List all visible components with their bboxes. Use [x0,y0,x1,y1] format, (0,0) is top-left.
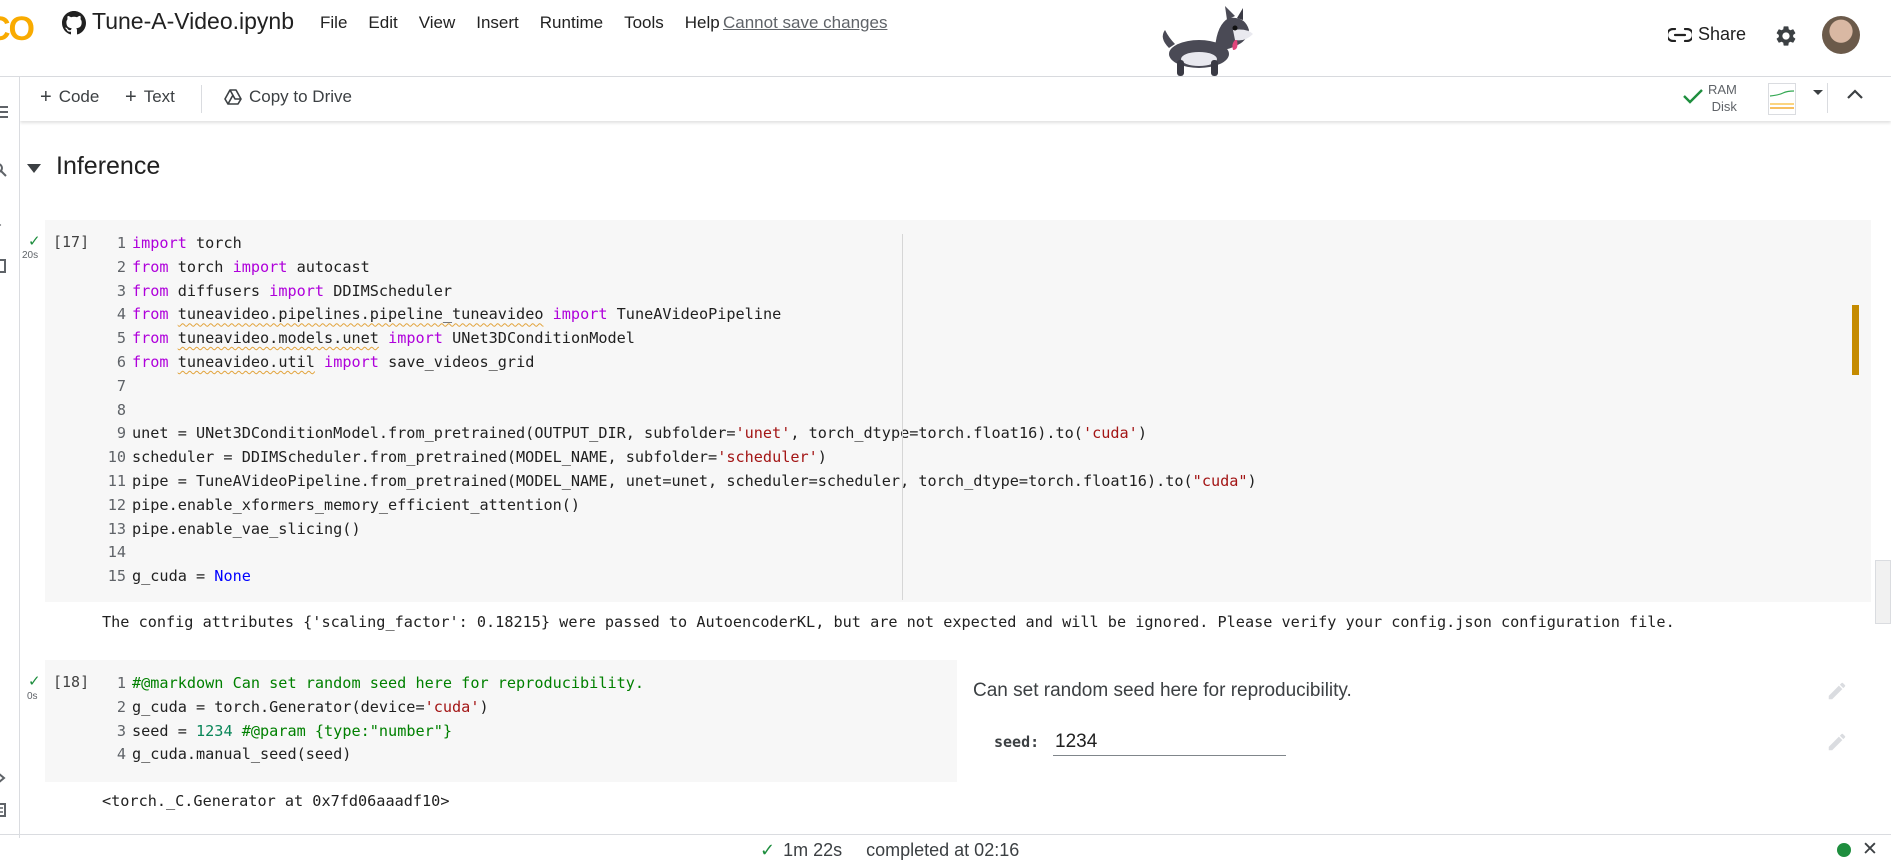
code-editor[interactable]: #@markdown Can set random seed here for … [132,672,644,767]
menu-view[interactable]: View [419,13,456,33]
code-line-3: from diffusers import DDIMScheduler [132,281,453,300]
resource-graph-icon [1768,83,1796,115]
share-button[interactable]: Share [1668,24,1746,45]
copy-to-drive-label: Copy to Drive [249,87,352,106]
gear-icon[interactable] [1774,24,1798,48]
notebook-toolbar: + Code + Text Copy to Drive RAM Disk [20,77,1891,121]
save-status-link[interactable]: Cannot save changes [723,13,887,33]
plus-icon: + [40,85,52,108]
edit-pencil-icon[interactable] [1826,731,1848,753]
code-line-1: #@markdown Can set random seed here for … [132,674,645,692]
code-line-4: g_cuda.manual_seed(seed) [132,745,352,764]
connected-check-icon [1683,89,1703,104]
plus-icon: + [125,85,137,108]
code-line-15: g_cuda = None [132,567,251,586]
cell-run-time: 20s [22,250,39,261]
header-bar: CO Tune-A-Video.ipynb File Edit View Ins… [0,0,1891,76]
form-heading: Can set random seed here for reproducibi… [973,680,1352,701]
copy-to-drive-button[interactable]: Copy to Drive [224,87,352,107]
execution-count: [17] [53,233,90,251]
seed-label: seed: [994,733,1040,751]
menu-tools[interactable]: Tools [624,13,664,33]
menu-runtime[interactable]: Runtime [540,13,603,33]
code-line-10: scheduler = DDIMScheduler.from_pretraine… [132,448,827,467]
files-icon[interactable] [0,259,6,273]
code-line-2: from torch import autocast [132,257,370,276]
code-line-9: unet = UNet3DConditionModel.from_pretrai… [132,424,1147,443]
code-line-11: pipe = TuneAVideoPipeline.from_pretraine… [132,471,1257,490]
line-numbers: 1 2 3 4 [116,674,126,764]
close-icon[interactable]: ✕ [1862,838,1878,861]
link-icon [1668,27,1692,42]
chevron-right-icon[interactable] [0,771,6,785]
status-bar[interactable]: ✓ 1m 22s completed at 02:16 [760,840,1019,861]
collapse-section-icon[interactable] [27,164,41,173]
terminal-icon[interactable] [0,803,6,817]
menu-help[interactable]: Help [685,13,720,33]
notebook-title[interactable]: Tune-A-Video.ipynb [92,8,294,35]
menu-insert[interactable]: Insert [476,13,519,33]
status-duration: 1m 22s [783,840,843,860]
page-scrollbar[interactable] [1875,560,1891,624]
chevron-up-icon[interactable] [1846,87,1864,101]
status-check-icon: ✓ [760,840,776,860]
add-code-button[interactable]: + Code [40,87,99,107]
status-completed: completed at 02:16 [866,840,1020,860]
seed-input[interactable] [1053,729,1286,756]
run-status-check-icon[interactable]: ✓ [28,232,41,250]
connection-status-icon [1837,843,1851,857]
cell-18-output: <torch._C.Generator at 0x7fd06aaadf10> [102,792,450,810]
code-line-13: pipe.enable_vae_slicing() [132,519,361,538]
code-line-3: seed = 1234 #@param {type:"number"} [132,721,453,740]
code-line-2: g_cuda = torch.Generator(device='cuda') [132,697,489,716]
code-line-5: from tuneavideo.models.unet import UNet3… [132,329,635,348]
run-status-check-icon[interactable]: ✓ [28,672,41,690]
github-icon [62,11,86,35]
code-line-12: pipe.enable_xformers_memory_efficient_at… [132,495,581,514]
add-text-label: Text [143,87,175,106]
menu-file[interactable]: File [320,13,347,33]
editor-ruler [902,234,903,600]
scroll-position-marker [1852,305,1859,375]
edit-pencil-icon[interactable] [1826,680,1848,702]
colab-logo[interactable]: CO [0,10,35,49]
disk-label: Disk [1711,99,1737,114]
code-line-6: from tuneavideo.util import save_videos_… [132,352,535,371]
mascot-dog [1162,6,1253,76]
chevron-down-icon[interactable] [1812,89,1824,97]
menu-edit[interactable]: Edit [368,13,397,33]
ram-label: RAM [1708,82,1737,97]
section-title: Inference [56,152,161,180]
cell-17-output: The config attributes {'scaling_factor':… [102,613,1675,631]
toolbar-divider [201,85,202,113]
execution-count: [18] [53,673,90,691]
cell-run-time: 0s [27,691,38,702]
menu-bar: File Edit View Insert Runtime Tools Help [320,13,741,33]
share-label: Share [1698,24,1747,44]
resource-labels[interactable]: RAM Disk [1708,81,1737,115]
code-snippets-icon[interactable]: } [0,216,1,234]
line-numbers: 1 2 3 4 5 6 7 8 9 10 11 12 13 14 15 [107,234,126,586]
code-editor[interactable]: import torch from torch import autocast fr… [132,232,1257,589]
search-icon[interactable] [0,163,7,177]
avatar[interactable] [1822,16,1860,54]
toc-icon[interactable] [0,105,8,119]
code-line-1: import torch [132,234,242,252]
code-line-4: from tuneavideo.pipelines.pipeline_tunea… [132,305,782,324]
add-code-label: Code [58,87,100,106]
drive-icon [224,89,242,105]
toolbar-divider [1827,83,1828,113]
add-text-button[interactable]: + Text [125,87,175,107]
status-bar-divider [0,834,1891,835]
left-rail: } [0,77,20,838]
